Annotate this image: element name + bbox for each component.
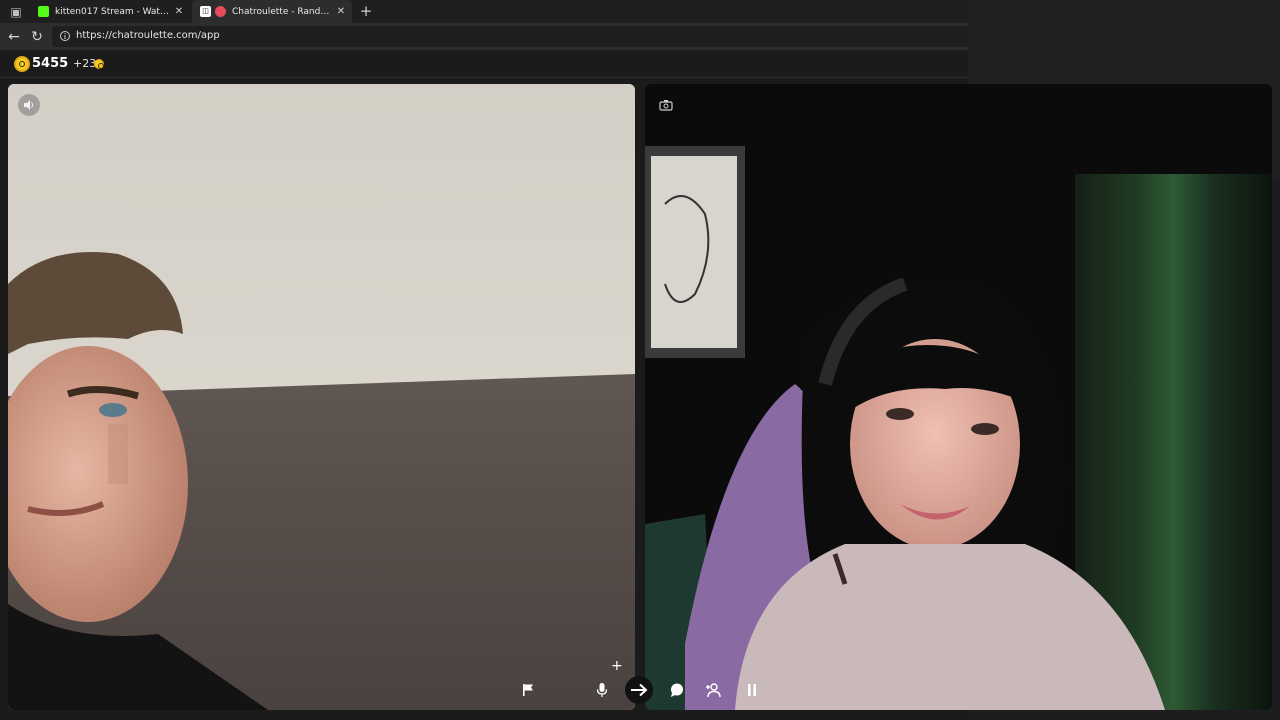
speaker-icon[interactable] bbox=[18, 94, 40, 116]
close-tab-icon[interactable]: ✕ bbox=[172, 6, 186, 17]
address-bar[interactable]: https://chatroulette.com/app bbox=[52, 26, 968, 47]
mic-icon[interactable] bbox=[588, 676, 616, 704]
tab-chatroulette[interactable]: ◫ Chatroulette - Random video chat ✕ bbox=[192, 0, 352, 23]
arrow-right-icon[interactable] bbox=[625, 676, 653, 704]
stranger-video-frame bbox=[8, 84, 635, 710]
close-tab-icon[interactable]: ✕ bbox=[334, 6, 348, 17]
browser-chrome: ▣ kitten017 Stream - Watch Live on Kick … bbox=[0, 0, 968, 50]
back-icon[interactable]: ← bbox=[5, 28, 23, 46]
tab-title: kitten017 Stream - Watch Live on Kick bbox=[55, 6, 172, 17]
site-info-icon[interactable] bbox=[59, 30, 71, 42]
chat-bubble-icon[interactable] bbox=[663, 676, 691, 704]
tab-actions-icon[interactable]: ▣ bbox=[8, 4, 24, 20]
url-text: https://chatroulette.com/app bbox=[76, 30, 220, 41]
tab-title: Chatroulette - Random video chat bbox=[232, 6, 334, 17]
reload-icon[interactable]: ↻ bbox=[28, 28, 46, 46]
coin-icon bbox=[14, 56, 30, 72]
tab-strip: ▣ kitten017 Stream - Watch Live on Kick … bbox=[0, 0, 968, 23]
coin-bar: 5455 +23 bbox=[0, 50, 968, 78]
stranger-video bbox=[8, 84, 635, 710]
coin-bonus: +23 bbox=[73, 57, 97, 70]
flag-icon[interactable] bbox=[514, 676, 542, 704]
coin-balance: 5455 bbox=[32, 56, 69, 71]
call-controls bbox=[506, 668, 771, 712]
tab-kick[interactable]: kitten017 Stream - Watch Live on Kick ✕ bbox=[30, 0, 190, 23]
camera-switch-icon[interactable] bbox=[655, 94, 677, 116]
self-video bbox=[645, 84, 1272, 710]
pause-icon[interactable] bbox=[738, 676, 766, 704]
self-video-frame bbox=[645, 84, 1272, 710]
bonus-coin-icon bbox=[94, 59, 104, 69]
add-user-icon[interactable] bbox=[700, 676, 728, 704]
new-tab-icon[interactable]: + bbox=[358, 3, 374, 19]
kick-favicon-icon bbox=[38, 6, 49, 17]
address-bar-row: ← ↻ https://chatroulette.com/app bbox=[0, 23, 968, 50]
page-favicon-icon: ◫ bbox=[200, 6, 211, 17]
recording-indicator-icon bbox=[215, 6, 226, 17]
